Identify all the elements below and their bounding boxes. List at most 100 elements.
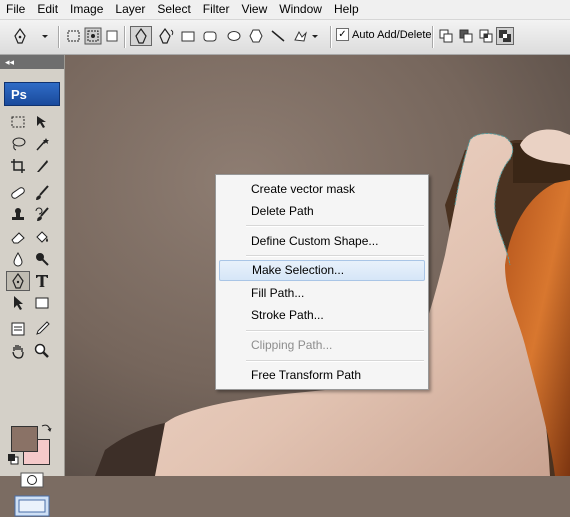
- freeform-pen-button[interactable]: [156, 26, 176, 46]
- menu-help[interactable]: Help: [328, 0, 365, 19]
- screen-mode-button[interactable]: [14, 495, 50, 517]
- brush-tool[interactable]: [32, 183, 52, 203]
- auto-add-delete-option[interactable]: ✓ Auto Add/Delete: [336, 28, 432, 41]
- menu-image[interactable]: Image: [64, 0, 109, 19]
- dodge-tool[interactable]: [32, 249, 52, 269]
- auto-add-delete-label: Auto Add/Delete: [352, 28, 432, 41]
- pen-icon: [12, 273, 24, 289]
- menu-item-clipping-path: Clipping Path...: [251, 338, 333, 352]
- ellipse-button[interactable]: [226, 26, 242, 46]
- quick-mask-icon: [20, 472, 44, 488]
- marquee-tool[interactable]: [8, 112, 28, 132]
- slice-tool[interactable]: [32, 156, 52, 176]
- menu-layer[interactable]: Layer: [109, 0, 151, 19]
- history-brush-icon: [35, 207, 49, 221]
- bandage-icon: [11, 187, 25, 199]
- zoom-icon: [34, 343, 49, 358]
- pen-icon: [130, 26, 152, 46]
- paths-icon: [84, 27, 102, 45]
- type-tool[interactable]: [32, 271, 52, 291]
- menu-item-create-vector-mask[interactable]: Create vector mask: [219, 179, 425, 200]
- lasso-tool[interactable]: [8, 134, 28, 154]
- quick-selection-tool[interactable]: [32, 134, 52, 154]
- fill-pixels-icon: [106, 30, 118, 42]
- menu-window[interactable]: Window: [273, 0, 328, 19]
- crop-tool[interactable]: [8, 156, 28, 176]
- path-selection-tool[interactable]: [8, 293, 28, 313]
- subtract-path-button[interactable]: [458, 26, 474, 46]
- photoshop-logo[interactable]: Ps: [4, 82, 60, 106]
- menu-item-delete-path[interactable]: Delete Path: [219, 201, 425, 222]
- combine-icon: [439, 29, 453, 43]
- add-to-path-button[interactable]: [438, 26, 454, 46]
- exclude-path-button[interactable]: [496, 26, 514, 46]
- menu-item-stroke-path[interactable]: Stroke Path...: [219, 305, 425, 326]
- paths-button[interactable]: [84, 26, 102, 46]
- line-button[interactable]: [270, 26, 286, 46]
- dodge-icon: [36, 253, 49, 266]
- custom-shape-icon: [294, 30, 318, 42]
- pen-tool[interactable]: [6, 271, 30, 291]
- menu-item-free-transform-path[interactable]: Free Transform Path: [219, 365, 425, 386]
- hand-tool[interactable]: [8, 341, 28, 361]
- menu-item-make-selection[interactable]: Make Selection...: [219, 260, 425, 281]
- default-colors-icon: [8, 454, 19, 465]
- swap-icon: [41, 424, 52, 432]
- shape-layers-icon: [67, 30, 80, 42]
- polygon-button[interactable]: [248, 26, 264, 46]
- toolbox-collapse-bar[interactable]: ◂◂: [0, 55, 64, 69]
- healing-brush-tool[interactable]: [8, 183, 28, 203]
- rectangle-tool[interactable]: [32, 293, 52, 313]
- zoom-tool[interactable]: [32, 341, 52, 361]
- menu-separator: [246, 330, 424, 332]
- menu-file[interactable]: File: [0, 0, 31, 19]
- custom-shape-button[interactable]: [292, 26, 322, 46]
- eyedropper-tool[interactable]: [32, 319, 52, 339]
- drop-icon: [13, 252, 23, 267]
- move-tool[interactable]: [32, 112, 52, 132]
- slice-icon: [37, 160, 48, 172]
- intersect-icon: [479, 29, 493, 43]
- freeform-pen-icon: [159, 27, 174, 44]
- fill-pixels-button[interactable]: [104, 26, 120, 46]
- notes-tool[interactable]: [8, 319, 28, 339]
- paint-bucket-icon: [36, 231, 48, 243]
- rounded-rectangle-button[interactable]: [202, 26, 218, 46]
- screen-mode-icon: [14, 495, 50, 517]
- polygon-icon: [249, 29, 263, 43]
- blur-tool[interactable]: [8, 249, 28, 269]
- clone-stamp-tool[interactable]: [8, 205, 28, 225]
- foreground-color-swatch[interactable]: [11, 426, 38, 452]
- menu-view[interactable]: View: [235, 0, 273, 19]
- menu-bar: File Edit Image Layer Select Filter View…: [0, 0, 570, 20]
- eraser-icon: [11, 232, 25, 244]
- menu-filter[interactable]: Filter: [197, 0, 236, 19]
- menu-separator: [246, 225, 424, 227]
- auto-add-delete-checkbox[interactable]: ✓: [336, 28, 349, 41]
- menu-select[interactable]: Select: [151, 0, 196, 19]
- intersect-path-button[interactable]: [478, 26, 494, 46]
- history-brush-tool[interactable]: [32, 205, 52, 225]
- shape-layers-button[interactable]: [66, 26, 82, 46]
- magic-wand-icon: [36, 138, 49, 151]
- swap-colors-button[interactable]: [40, 422, 52, 434]
- eyedropper-icon: [36, 321, 50, 335]
- menu-edit[interactable]: Edit: [31, 0, 64, 19]
- lasso-icon: [12, 137, 26, 151]
- default-colors-button[interactable]: [7, 453, 19, 465]
- pen-tool-button[interactable]: [130, 26, 152, 46]
- paint-bucket-tool[interactable]: [32, 227, 52, 247]
- quick-mask-button[interactable]: [20, 472, 44, 488]
- ellipse-icon: [227, 31, 241, 41]
- marquee-icon: [11, 116, 25, 128]
- menu-item-define-custom-shape[interactable]: Define Custom Shape...: [219, 231, 425, 252]
- tool-preset-picker[interactable]: [12, 26, 52, 46]
- rectangle-shape-button[interactable]: [180, 26, 196, 46]
- rectangle-icon: [35, 297, 49, 309]
- menu-item-fill-path[interactable]: Fill Path...: [219, 283, 425, 304]
- menu-separator: [246, 360, 424, 362]
- exclude-icon: [496, 27, 514, 45]
- eraser-tool[interactable]: [8, 227, 28, 247]
- menu-separator: [246, 255, 424, 257]
- hand-icon: [12, 345, 24, 359]
